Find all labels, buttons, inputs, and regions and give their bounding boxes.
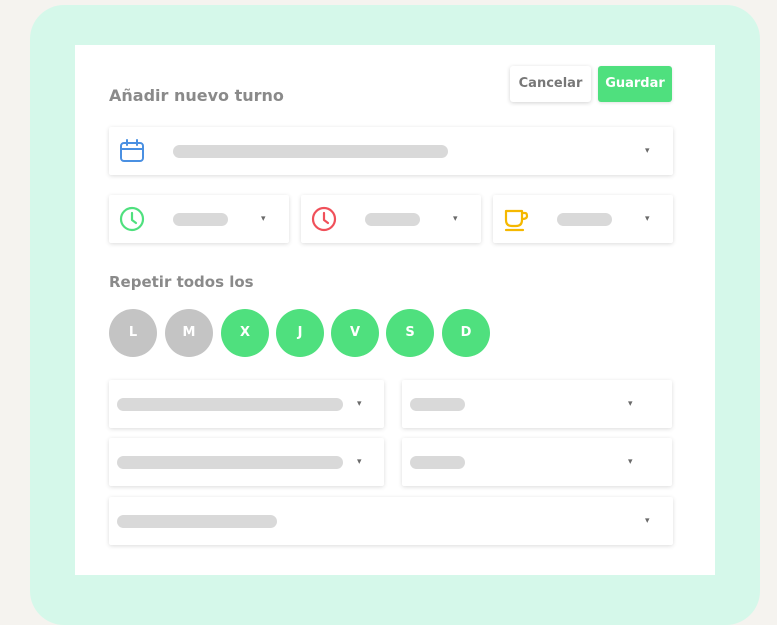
chevron-down-icon: ▾ xyxy=(357,399,362,409)
coffee-cup-icon xyxy=(504,209,529,232)
chevron-down-icon: ▾ xyxy=(628,457,633,467)
save-button[interactable]: Guardar xyxy=(598,66,672,102)
chevron-down-icon: ▾ xyxy=(453,214,458,224)
chevron-down-icon: ▾ xyxy=(628,399,633,409)
break-placeholder xyxy=(557,213,612,226)
select-placeholder xyxy=(117,515,277,528)
chevron-down-icon: ▾ xyxy=(645,214,650,224)
select-row3[interactable]: ▾ xyxy=(109,497,673,545)
clock-icon xyxy=(311,206,337,232)
select-row2-right[interactable]: ▾ xyxy=(402,438,672,486)
chevron-down-icon: ▾ xyxy=(261,214,266,224)
select-placeholder xyxy=(117,398,343,411)
calendar-icon xyxy=(120,139,144,162)
day-toggle-j[interactable]: J xyxy=(276,309,324,357)
end-time-placeholder xyxy=(365,213,420,226)
page-title: Añadir nuevo turno xyxy=(109,86,284,105)
day-toggle-l[interactable]: L xyxy=(109,309,157,357)
new-shift-card: Añadir nuevo turno Cancelar Guardar ▾ ▾ … xyxy=(75,45,715,575)
day-toggle-v[interactable]: V xyxy=(331,309,379,357)
date-select[interactable]: ▾ xyxy=(109,127,673,175)
clock-icon xyxy=(119,206,145,232)
chevron-down-icon: ▾ xyxy=(357,457,362,467)
chevron-down-icon: ▾ xyxy=(645,516,650,526)
select-row1-right[interactable]: ▾ xyxy=(402,380,672,428)
select-placeholder xyxy=(410,456,465,469)
cancel-button[interactable]: Cancelar xyxy=(510,66,591,102)
date-placeholder xyxy=(173,145,448,158)
repeat-label: Repetir todos los xyxy=(109,273,254,291)
select-row2-left[interactable]: ▾ xyxy=(109,438,384,486)
day-toggle-d[interactable]: D xyxy=(442,309,490,357)
select-placeholder xyxy=(410,398,465,411)
break-select[interactable]: ▾ xyxy=(493,195,673,243)
day-toggle-s[interactable]: S xyxy=(386,309,434,357)
select-placeholder xyxy=(117,456,343,469)
day-toggle-x[interactable]: X xyxy=(221,309,269,357)
start-time-placeholder xyxy=(173,213,228,226)
start-time-select[interactable]: ▾ xyxy=(109,195,289,243)
select-row1-left[interactable]: ▾ xyxy=(109,380,384,428)
day-toggle-m[interactable]: M xyxy=(165,309,213,357)
end-time-select[interactable]: ▾ xyxy=(301,195,481,243)
chevron-down-icon: ▾ xyxy=(645,146,650,156)
